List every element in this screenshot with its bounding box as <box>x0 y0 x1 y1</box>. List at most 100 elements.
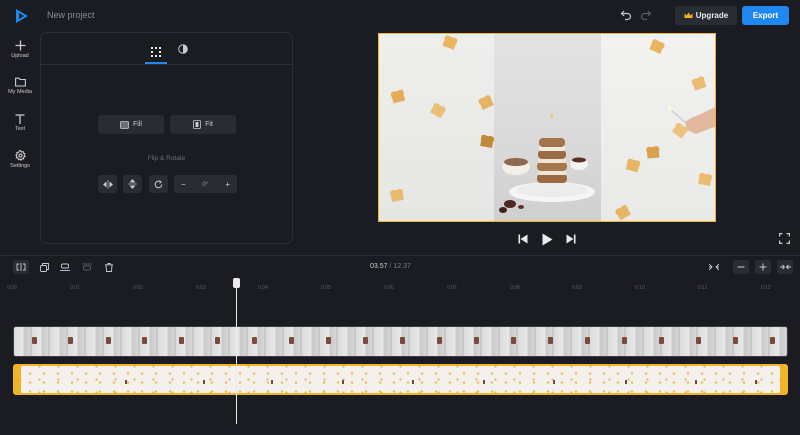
sidebar-item-label: Settings <box>10 163 30 169</box>
fit-icon <box>193 120 202 129</box>
ruler-tick: 0:12 <box>761 285 771 291</box>
hand-with-sparkler <box>667 106 715 134</box>
clip-thumbnail-detail <box>142 337 147 344</box>
expand-timeline-button[interactable] <box>777 260 793 274</box>
tab-adjust[interactable] <box>171 40 195 58</box>
clip-thumbnail-detail <box>553 380 555 384</box>
sidebar-item-label: Text <box>14 126 26 132</box>
clip-trim-handle-right[interactable] <box>780 366 786 393</box>
grid-icon <box>151 47 161 57</box>
overlay-track-clip[interactable] <box>13 364 788 395</box>
plus-icon <box>15 40 25 51</box>
zoom-in-button[interactable] <box>755 260 771 274</box>
clip-thumbnail-detail <box>252 337 257 344</box>
time-separator: / <box>389 263 392 270</box>
ruler-tick: 0:02 <box>133 285 143 291</box>
fullscreen-icon[interactable] <box>779 233 790 244</box>
clip-thumbnail-detail <box>659 337 664 344</box>
sidebar-item-my-media[interactable]: My Media <box>0 77 40 95</box>
skip-forward-icon[interactable] <box>566 234 576 244</box>
clip-thumbnail-detail <box>32 337 37 344</box>
heart-confetti <box>390 189 404 202</box>
play-icon[interactable] <box>542 233 553 246</box>
time-display: 03.57 / 12.37 <box>370 263 411 270</box>
plus-icon <box>759 263 767 271</box>
heart-confetti <box>698 173 712 186</box>
flip-rotate-heading: Flip & Rotate <box>147 155 186 162</box>
sidebar-item-upload[interactable]: Upload <box>0 40 40 59</box>
clip-thumbnail-detail <box>326 337 331 344</box>
delete-button[interactable] <box>101 260 117 274</box>
sidebar-item-text[interactable]: Text <box>0 114 40 132</box>
timeline-ruler[interactable]: 0:00 0:01 0:02 0:03 0:04 0:05 0:06 0:07 … <box>0 280 800 292</box>
top-bar: New project Upgrade Export <box>0 0 800 32</box>
clip-thumbnail-detail <box>696 337 701 344</box>
clip-thumbnail-detail <box>585 337 590 344</box>
clip-thumbnail-detail <box>203 380 205 384</box>
align-top-button[interactable] <box>79 260 95 274</box>
trash-icon <box>105 262 113 272</box>
gear-icon <box>14 150 26 161</box>
app-logo-icon[interactable] <box>14 8 30 24</box>
sidebar-item-settings[interactable]: Settings <box>0 150 40 169</box>
ruler-tick: 0:07 <box>447 285 457 291</box>
fill-label: Fill <box>133 121 142 128</box>
ruler-tick: 0:00 <box>7 285 17 291</box>
duplicate-icon <box>39 262 49 272</box>
undo-icon[interactable] <box>620 9 632 21</box>
tab-layout[interactable] <box>144 40 168 64</box>
sidebar-item-label: Upload <box>11 53 29 59</box>
align-top-icon <box>82 263 92 270</box>
flip-vertical-icon <box>128 179 137 189</box>
ruler-tick: 0:11 <box>698 285 708 291</box>
align-button[interactable] <box>57 260 73 274</box>
ruler-tick: 0:04 <box>258 285 268 291</box>
zoom-out-button[interactable] <box>733 260 749 274</box>
preview-center-photo <box>494 34 601 221</box>
rotate-button[interactable] <box>149 175 168 193</box>
redo-icon[interactable] <box>640 9 652 21</box>
editor-app: New project Upgrade Export Upload My Med… <box>0 0 800 435</box>
fill-button[interactable]: Fill <box>98 115 164 134</box>
rotate-increment-button[interactable]: + <box>225 180 230 189</box>
clip-thumbnail-detail <box>68 337 73 344</box>
ruler-tick: 0:09 <box>572 285 582 291</box>
upgrade-label: Upgrade <box>695 11 729 20</box>
clip-thumbnail-detail <box>363 337 368 344</box>
split-button[interactable] <box>13 260 29 274</box>
active-tab-indicator <box>145 62 167 64</box>
clip-thumbnail-detail <box>770 337 775 344</box>
flip-vertical-button[interactable] <box>123 175 142 193</box>
playhead-line <box>236 282 237 424</box>
ruler-tick: 0:10 <box>635 285 645 291</box>
clip-thumbnail-detail <box>342 380 344 384</box>
properties-panel: Fill Fit Flip & Rotate − 0° + <box>40 32 293 244</box>
rotate-icon <box>154 179 163 188</box>
fit-timeline-button[interactable] <box>706 260 722 274</box>
playhead-handle[interactable] <box>233 278 240 288</box>
expand-arrows-icon <box>779 264 791 270</box>
ruler-tick: 0:08 <box>510 285 520 291</box>
current-time: 03.57 <box>370 263 388 270</box>
ruler-tick: 0:05 <box>321 285 331 291</box>
fill-icon <box>120 120 129 129</box>
ruler-tick: 0:01 <box>70 285 80 291</box>
clip-thumbnail-detail <box>695 380 697 384</box>
rotate-decrement-button[interactable]: − <box>181 180 186 189</box>
export-button[interactable]: Export <box>742 6 789 25</box>
skip-back-icon[interactable] <box>518 234 528 244</box>
clip-thumbnail-detail <box>622 337 627 344</box>
duplicate-button[interactable] <box>36 260 52 274</box>
clip-thumbnail-detail <box>474 337 479 344</box>
clip-thumbnail-detail <box>437 337 442 344</box>
video-preview[interactable] <box>378 33 716 222</box>
flip-horizontal-button[interactable] <box>98 175 117 193</box>
upgrade-button[interactable]: Upgrade <box>675 6 737 25</box>
video-track-clip[interactable] <box>13 326 788 357</box>
flip-horizontal-icon <box>102 179 113 189</box>
fit-button[interactable]: Fit <box>170 115 236 134</box>
overlay-clip-thumbnails <box>21 366 780 393</box>
project-name[interactable]: New project <box>47 10 95 20</box>
rotation-value[interactable]: 0° <box>202 181 208 188</box>
clip-thumbnail-detail <box>548 337 553 344</box>
